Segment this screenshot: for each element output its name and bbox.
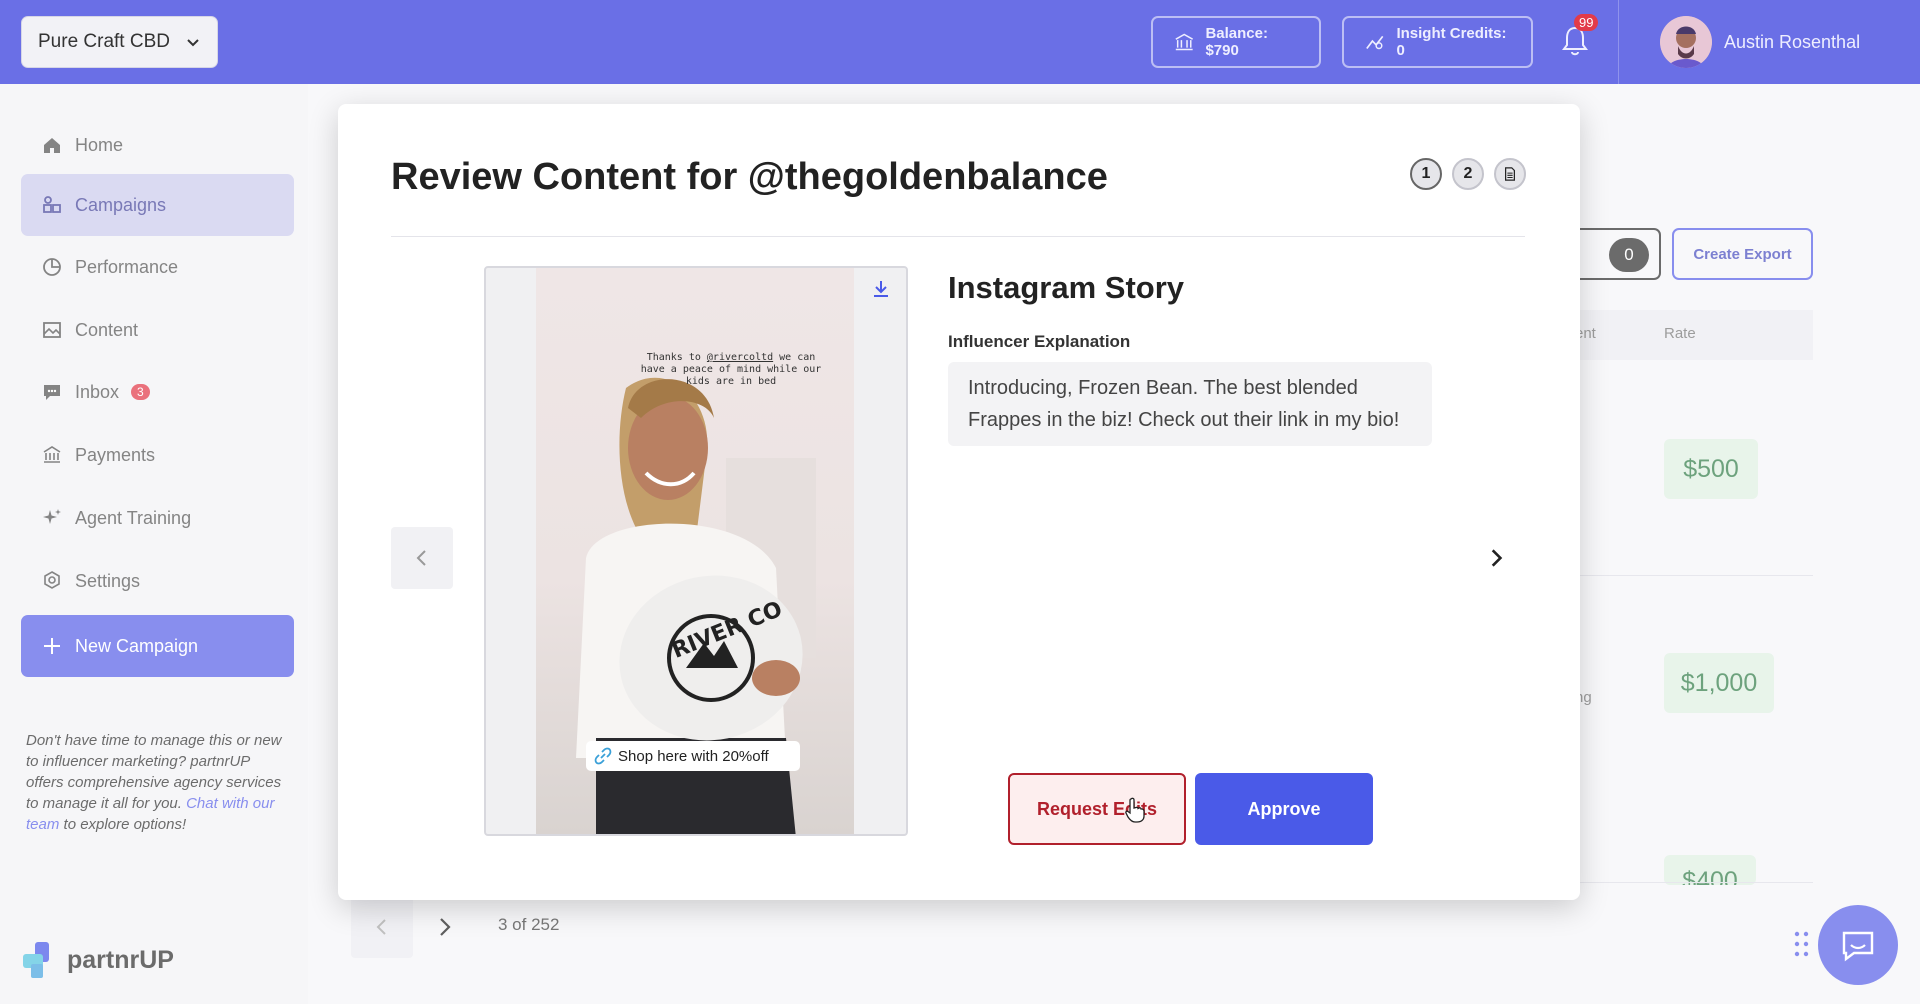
balance-label: Balance: $790: [1205, 25, 1268, 59]
content-type-heading: Instagram Story: [948, 270, 1185, 305]
review-content-modal: Review Content for @thegoldenbalance 1 2…: [338, 104, 1580, 900]
download-icon[interactable]: [870, 278, 892, 300]
next-content-button[interactable]: [1478, 540, 1514, 576]
top-bar: Pure Craft CBD Balance: $790 Insight Cre…: [0, 0, 1920, 84]
previous-content-button[interactable]: [391, 527, 453, 589]
top-divider: [1618, 0, 1619, 84]
step-2-button[interactable]: 2: [1452, 158, 1484, 190]
explanation-label: Influencer Explanation: [948, 332, 1131, 351]
notification-badge: 99: [1574, 14, 1599, 31]
story-caption-handle: @rivercoltd: [706, 352, 774, 363]
insight-credits-button[interactable]: Insight Credits: 0: [1342, 16, 1533, 68]
chevron-right-icon: [1491, 549, 1503, 567]
story-link-sticker: Shop here with 20%off: [586, 741, 800, 771]
avatar[interactable]: [1660, 16, 1712, 68]
modal-divider: [391, 236, 1525, 237]
hand-cursor-icon: [1125, 797, 1145, 823]
story-link-label: Shop here with 20%off: [618, 747, 769, 765]
document-step-button[interactable]: [1494, 158, 1526, 190]
chevron-left-icon: [416, 550, 426, 566]
explanation-text: Introducing, Frozen Bean. The best blend…: [948, 362, 1432, 446]
bank-icon: [1175, 33, 1193, 51]
brand-select-value: Pure Craft CBD: [38, 31, 170, 52]
insight-credits-label: Insight Credits: 0: [1396, 25, 1507, 59]
content-preview: RIVER CO Thanks to @rivercoltd we can ha…: [484, 266, 908, 836]
story-caption-pre: Thanks to: [646, 352, 707, 363]
brand-select[interactable]: Pure Craft CBD: [21, 16, 218, 68]
chevron-down-icon: [187, 39, 199, 47]
request-edits-button[interactable]: Request Edits: [1008, 773, 1186, 845]
story-caption: Thanks to @rivercoltd we can have a peac…: [636, 352, 826, 388]
insight-chart-icon: [1366, 35, 1384, 50]
modal-title: Review Content for @thegoldenbalance: [391, 156, 1108, 198]
approve-button[interactable]: Approve: [1195, 773, 1373, 845]
balance-button[interactable]: Balance: $790: [1151, 16, 1321, 68]
step-1-button[interactable]: 1: [1410, 158, 1442, 190]
user-name[interactable]: Austin Rosenthal: [1724, 32, 1860, 53]
link-icon: [594, 747, 612, 765]
avatar-illustration: [1660, 16, 1712, 68]
document-icon: [1505, 167, 1515, 181]
